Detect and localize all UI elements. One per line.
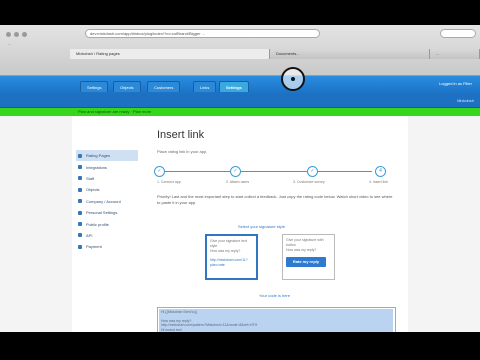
code-selection[interactable]: Hi {{Mixkdnsh Sent to}} How was my reply… [159,309,393,332]
sidebar-item-label: Personal Settings [86,210,118,216]
bookmarks-bar: ... [8,41,12,46]
tab-links[interactable]: Links [193,81,217,92]
step-label: 3. Customize survey [293,180,325,184]
cursor-highlight [281,67,305,91]
close-icon[interactable] [6,32,11,37]
sidebar-item-rating-pages[interactable]: Rating Pages [76,150,138,162]
puzzle-icon [78,165,82,170]
tab-settings[interactable]: Settings [80,81,109,92]
globe-icon [78,222,82,227]
browser-search-input[interactable] [440,29,476,38]
card-question: How was my reply? [210,249,241,253]
sidebar-item-label: Company / Account [86,198,121,204]
minimize-icon[interactable] [14,32,19,37]
rate-my-reply-button[interactable]: Rate my reply [286,257,326,267]
step-label: 1. Connect app [157,180,181,184]
your-code-label: Your code is here [259,293,290,298]
sidebar-item-label: Objects [86,187,100,193]
sidebar-item-payment[interactable]: Payment [76,241,138,252]
address-bar[interactable]: dev.mixkdnsh.com/app/#inbox/plog/index/?… [85,29,320,38]
sidebar-item-public-profile[interactable]: Public profile [76,218,138,229]
sub-navbar: Mixkdnsh [0,94,480,108]
browser-tab[interactable]: Documents... [270,49,430,59]
browser-tab[interactable]: ... [430,49,480,59]
settings-sidebar: Rating Pages Integrations Staff Objects … [76,150,138,253]
window-controls[interactable] [6,32,27,37]
card-caption: Give your signature with button [286,238,324,247]
page-subtitle: Place rating link in your app. [157,149,208,154]
person-icon [78,210,82,215]
signature-style-text[interactable]: Give your signature text style How was m… [205,234,258,280]
screen-frame: dev.mixkdnsh.com/app/#inbox/plog/index/?… [0,25,480,332]
browser-tab-active[interactable]: Mixkdnsh / Rating pages [70,49,270,59]
sidebar-item-api[interactable]: API [76,230,138,241]
code-line: Hi ended text [161,327,182,332]
rating-icon [78,153,82,158]
progress-line [159,171,372,172]
notice-bar: Plan and signature are ready · Plan more [0,108,480,116]
sidebar-item-label: Rating Pages [86,153,111,159]
page-title: Insert link [157,129,205,141]
building-icon [78,199,82,204]
rating-link[interactable]: http://mixkdnsh.com/11?plan=rate [210,258,253,268]
sidebar-item-personal[interactable]: Personal Settings [76,207,138,218]
sidebar-item-label: Integrations [86,164,107,170]
zoom-icon[interactable] [22,32,27,37]
sidebar-item-label: Staff [86,175,95,181]
sidebar-item-integrations[interactable]: Integrations [76,161,138,172]
logged-in-label[interactable]: Logged in as Filter [439,81,472,86]
signature-style-button[interactable]: Give your signature with button How was … [282,234,335,280]
sidebar-item-label: Payment [86,244,102,250]
card-question: How was my reply? [286,248,317,252]
tab-customers[interactable]: Customers [147,81,181,92]
sidebar-item-objects[interactable]: Objects [76,184,138,195]
code-icon [78,233,82,238]
step-check-icon: ✓ [230,166,241,177]
sidebar-item-label: API [86,232,93,238]
sidebar-item-label: Public profile [86,221,109,227]
step-current: 4 [375,166,386,177]
sidebar-item-staff[interactable]: Staff [76,173,138,184]
step-check-icon: ✓ [307,166,318,177]
step-label: 2. Attach users [226,180,250,184]
instruction-text: Priority! Last and the most important st… [157,194,393,205]
step-check-icon: ✓ [154,166,165,177]
box-icon [78,187,82,192]
subbar-link[interactable]: Mixkdnsh [457,98,474,103]
step-label: 4. Insert link [369,180,388,184]
select-style-label: Select your signature style [238,224,285,229]
card-icon [78,244,82,249]
tab-objects[interactable]: Objects [113,81,141,92]
tab-settings-active[interactable]: Settings [219,81,249,92]
sidebar-item-company[interactable]: Company / Account [76,196,138,207]
card-caption: Give your signature text style [210,239,247,248]
users-icon [78,176,82,181]
